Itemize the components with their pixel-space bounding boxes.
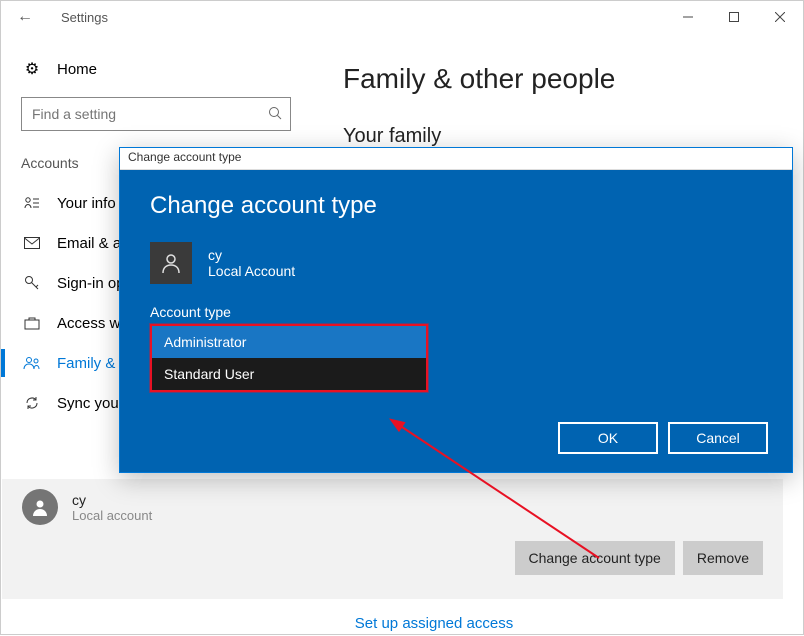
person-icon: [159, 251, 183, 275]
remove-button[interactable]: Remove: [683, 541, 763, 575]
other-user-card[interactable]: cy Local account Change account type Rem…: [2, 479, 783, 599]
person-card-icon: [21, 196, 43, 210]
window-titlebar: ← Settings: [1, 1, 803, 33]
dialog-heading: Change account type: [150, 192, 762, 220]
gear-icon: ⚙: [21, 59, 43, 79]
avatar: [22, 489, 58, 525]
account-type-label: Account type: [150, 304, 762, 320]
dialog-user-type: Local Account: [208, 263, 295, 279]
user-name: cy: [72, 492, 152, 508]
sidebar-item-label: Access wo: [57, 315, 129, 332]
search-input[interactable]: [30, 105, 268, 123]
minimize-icon: [683, 12, 693, 22]
sync-icon: [21, 395, 43, 411]
dropdown-option-administrator[interactable]: Administrator: [152, 326, 426, 358]
sidebar-item-label: Your info: [57, 195, 116, 212]
home-nav[interactable]: ⚙ Home: [1, 51, 311, 87]
cancel-button[interactable]: Cancel: [668, 422, 768, 454]
dialog-titlebar: Change account type: [120, 148, 792, 170]
back-button[interactable]: ←: [17, 8, 49, 26]
avatar: [150, 242, 192, 284]
dialog-user-name: cy: [208, 247, 295, 263]
setup-assigned-access-link[interactable]: Set up assigned access: [33, 615, 804, 632]
maximize-icon: [729, 12, 739, 22]
mail-icon: [21, 237, 43, 249]
ok-button[interactable]: OK: [558, 422, 658, 454]
key-icon: [21, 275, 43, 291]
settings-search[interactable]: [21, 97, 291, 131]
sidebar-item-label: Family & o: [57, 355, 128, 372]
page-heading: Family & other people: [343, 63, 803, 95]
sidebar-item-label: Sync your: [57, 395, 124, 412]
window-title: Settings: [61, 10, 108, 25]
close-button[interactable]: [757, 1, 803, 33]
maximize-button[interactable]: [711, 1, 757, 33]
user-type: Local account: [72, 508, 152, 523]
change-account-type-button[interactable]: Change account type: [515, 541, 675, 575]
change-account-type-dialog: Change account type Change account type …: [119, 147, 793, 473]
minimize-button[interactable]: [665, 1, 711, 33]
search-icon: [268, 106, 282, 123]
close-icon: [775, 12, 785, 22]
home-label: Home: [57, 61, 97, 78]
people-icon: [21, 356, 43, 370]
page-subheading: Your family: [343, 125, 803, 148]
person-icon: [30, 497, 50, 517]
briefcase-icon: [21, 316, 43, 330]
dropdown-option-standard-user[interactable]: Standard User: [152, 358, 426, 390]
sidebar-item-label: Sign-in op: [57, 275, 125, 292]
dialog-user-row: cy Local Account: [150, 242, 762, 284]
account-type-dropdown[interactable]: Administrator Standard User: [150, 324, 428, 392]
